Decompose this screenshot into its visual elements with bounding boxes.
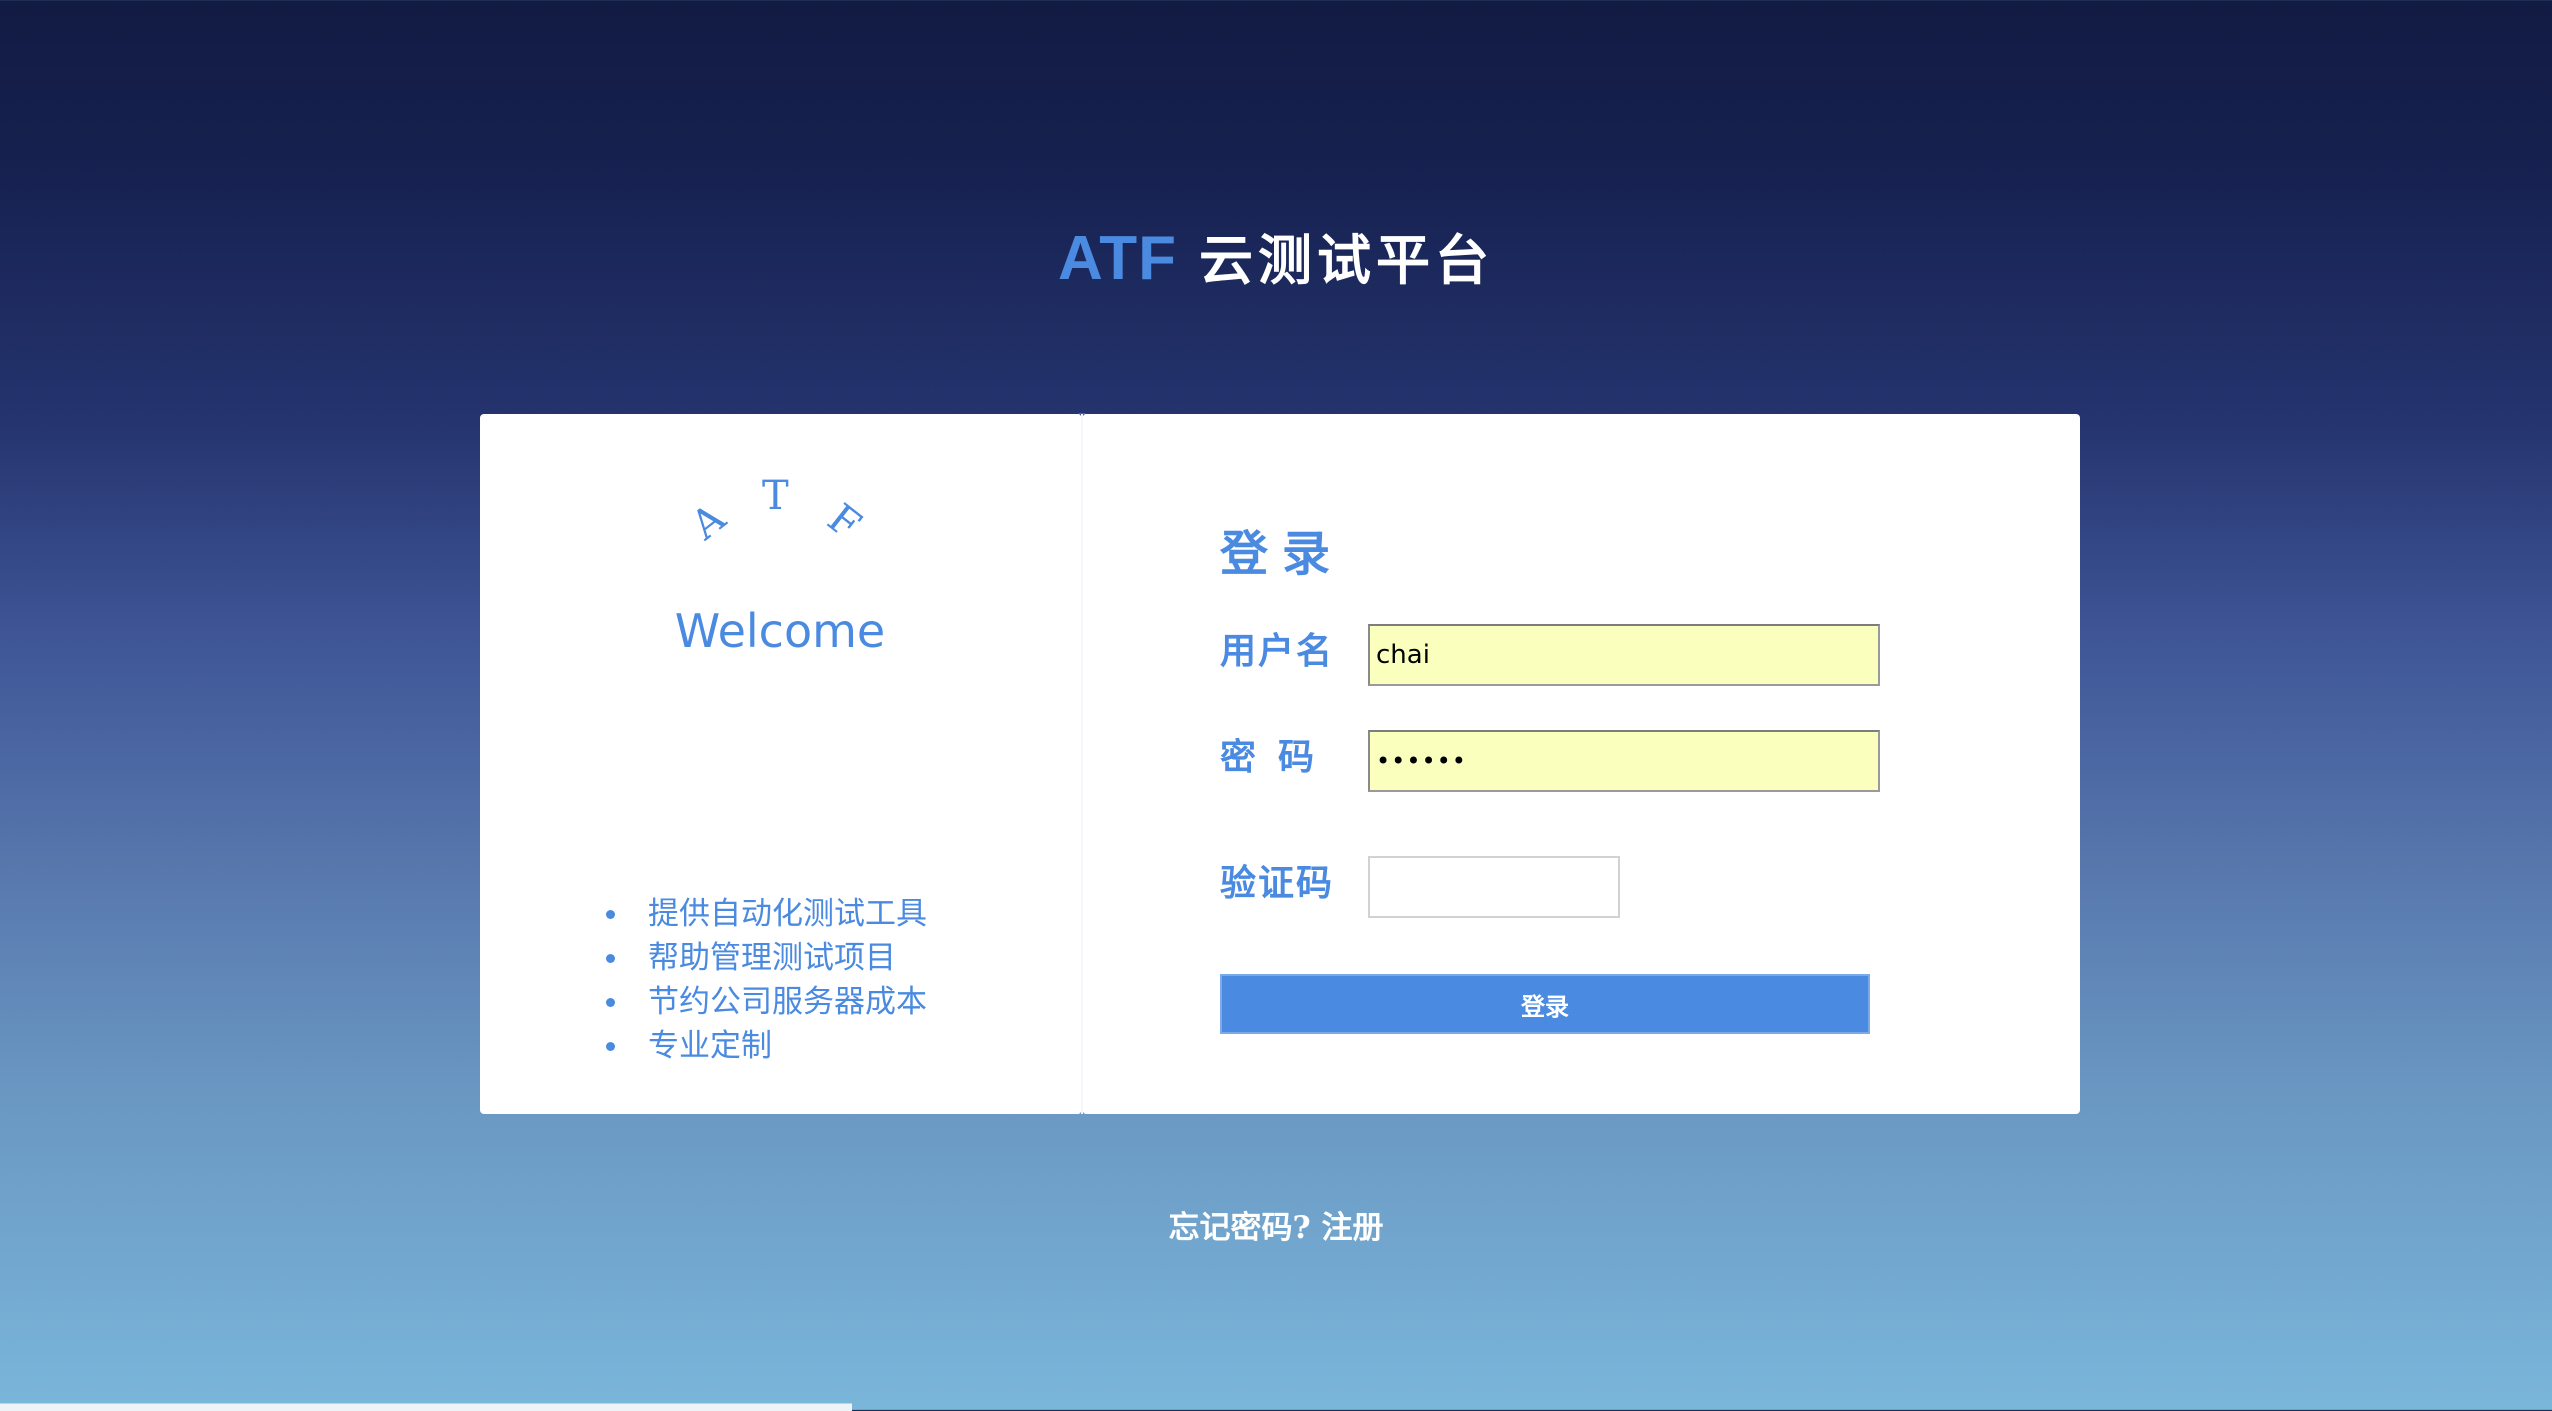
bullet-icon xyxy=(606,1042,615,1051)
login-heading: 登录 xyxy=(1220,526,1345,582)
username-label: 用户名 xyxy=(1220,630,1335,672)
atf-arc-logo: A T F xyxy=(683,473,882,558)
forgot-password-link[interactable]: 忘记密码? xyxy=(1169,1210,1311,1246)
feature-label: 帮助管理测试项目 xyxy=(648,940,896,976)
feature-item: 专业定制 xyxy=(606,1024,927,1068)
feature-item: 提供自动化测试工具 xyxy=(606,892,927,936)
feature-item: 节约公司服务器成本 xyxy=(606,980,927,1024)
captcha-label: 验证码 xyxy=(1220,862,1335,904)
site-title: ATF 云测试平台 xyxy=(0,228,2552,290)
feature-item: 帮助管理测试项目 xyxy=(606,936,927,980)
welcome-text: Welcome xyxy=(674,604,886,658)
register-link[interactable]: 注册 xyxy=(1321,1210,1383,1246)
feature-label: 节约公司服务器成本 xyxy=(648,984,927,1020)
username-input[interactable] xyxy=(1368,624,1880,686)
site-title-brand: ATF xyxy=(1058,224,1177,293)
card-divider xyxy=(1081,414,1083,1114)
logo-letter-f: F xyxy=(818,495,869,549)
login-button[interactable]: 登录 xyxy=(1220,974,1870,1034)
password-label: 密码 xyxy=(1220,736,1337,778)
captcha-input[interactable] xyxy=(1368,856,1620,918)
feature-list: 提供自动化测试工具 帮助管理测试项目 节约公司服务器成本 专业定制 xyxy=(606,892,927,1068)
logo-letter-t: T xyxy=(762,473,789,519)
bullet-icon xyxy=(606,954,615,963)
logo-letter-a: A xyxy=(682,494,734,550)
bullet-icon xyxy=(606,998,615,1007)
feature-label: 提供自动化测试工具 xyxy=(648,896,927,932)
feature-label: 专业定制 xyxy=(648,1028,772,1064)
login-card: A T F Welcome 提供自动化测试工具 帮助管理测试项目 节约公司服务器… xyxy=(480,413,2080,1115)
footer-links: 忘记密码? 注册 xyxy=(0,1202,2552,1247)
bullet-icon xyxy=(606,910,615,919)
site-title-text: 云测试平台 xyxy=(1198,228,1494,292)
password-input[interactable] xyxy=(1368,730,1880,792)
